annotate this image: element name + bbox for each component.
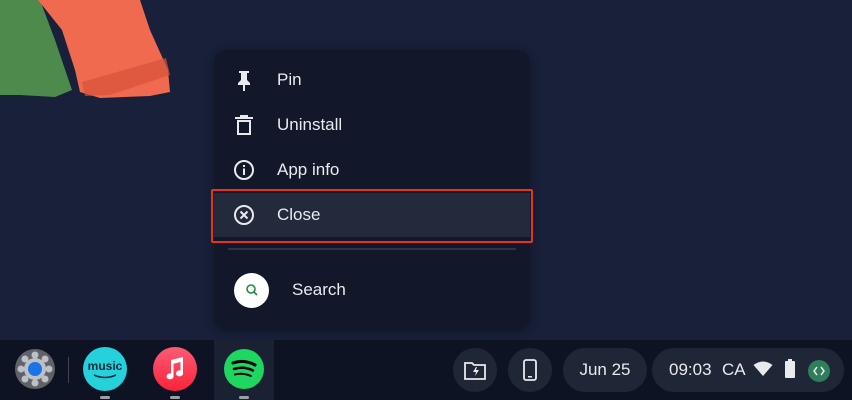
menu-item-label: App info [277,160,340,179]
app-amazon-music[interactable]: music [82,346,128,399]
running-indicator [100,396,110,399]
apple-music-icon [153,347,197,391]
date-label: Jun 25 [579,360,631,379]
shelf: music Jun 25 09:03 CA [0,340,852,400]
clock-time: 09:03 [669,360,712,379]
amazon-music-label: music [87,359,123,373]
menu-item-label: Uninstall [277,115,343,134]
menu-item-search[interactable]: Search [214,268,530,312]
spotify-icon [224,349,264,389]
files-icon [464,362,486,380]
developer-icon [808,360,830,382]
battery-icon [785,359,795,378]
phone-hub-icon [523,359,537,381]
menu-item-label: Pin [277,70,302,89]
app-apple-music[interactable] [152,346,198,399]
wifi-icon [753,361,773,376]
launcher-icon [15,349,55,389]
phone-hub-button[interactable] [508,348,552,392]
wallpaper-art [0,0,170,98]
menu-item-close[interactable]: Close [214,193,530,237]
menu-item-app-info[interactable]: App info [214,148,530,192]
pin-icon [233,69,255,91]
files-button[interactable] [453,348,497,392]
trash-icon [233,114,255,136]
input-method-label: CA [722,360,746,379]
app-spotify[interactable] [221,346,267,399]
status-tray[interactable]: 09:03 CA [652,348,844,392]
menu-item-label: Search [292,280,346,299]
running-indicator [239,396,249,399]
menu-item-pin[interactable]: Pin [214,58,530,102]
menu-divider [228,248,516,250]
date-tray[interactable]: Jun 25 [563,348,647,392]
close-circle-icon [233,204,255,226]
app-context-menu: Pin Uninstall App info Close Search [211,50,533,329]
shelf-separator [68,357,69,383]
search-icon [234,272,269,308]
menu-item-uninstall[interactable]: Uninstall [214,103,530,147]
info-icon [233,159,255,181]
running-indicator [170,396,180,399]
menu-item-label: Close [277,205,321,224]
launcher-button[interactable] [12,346,58,392]
